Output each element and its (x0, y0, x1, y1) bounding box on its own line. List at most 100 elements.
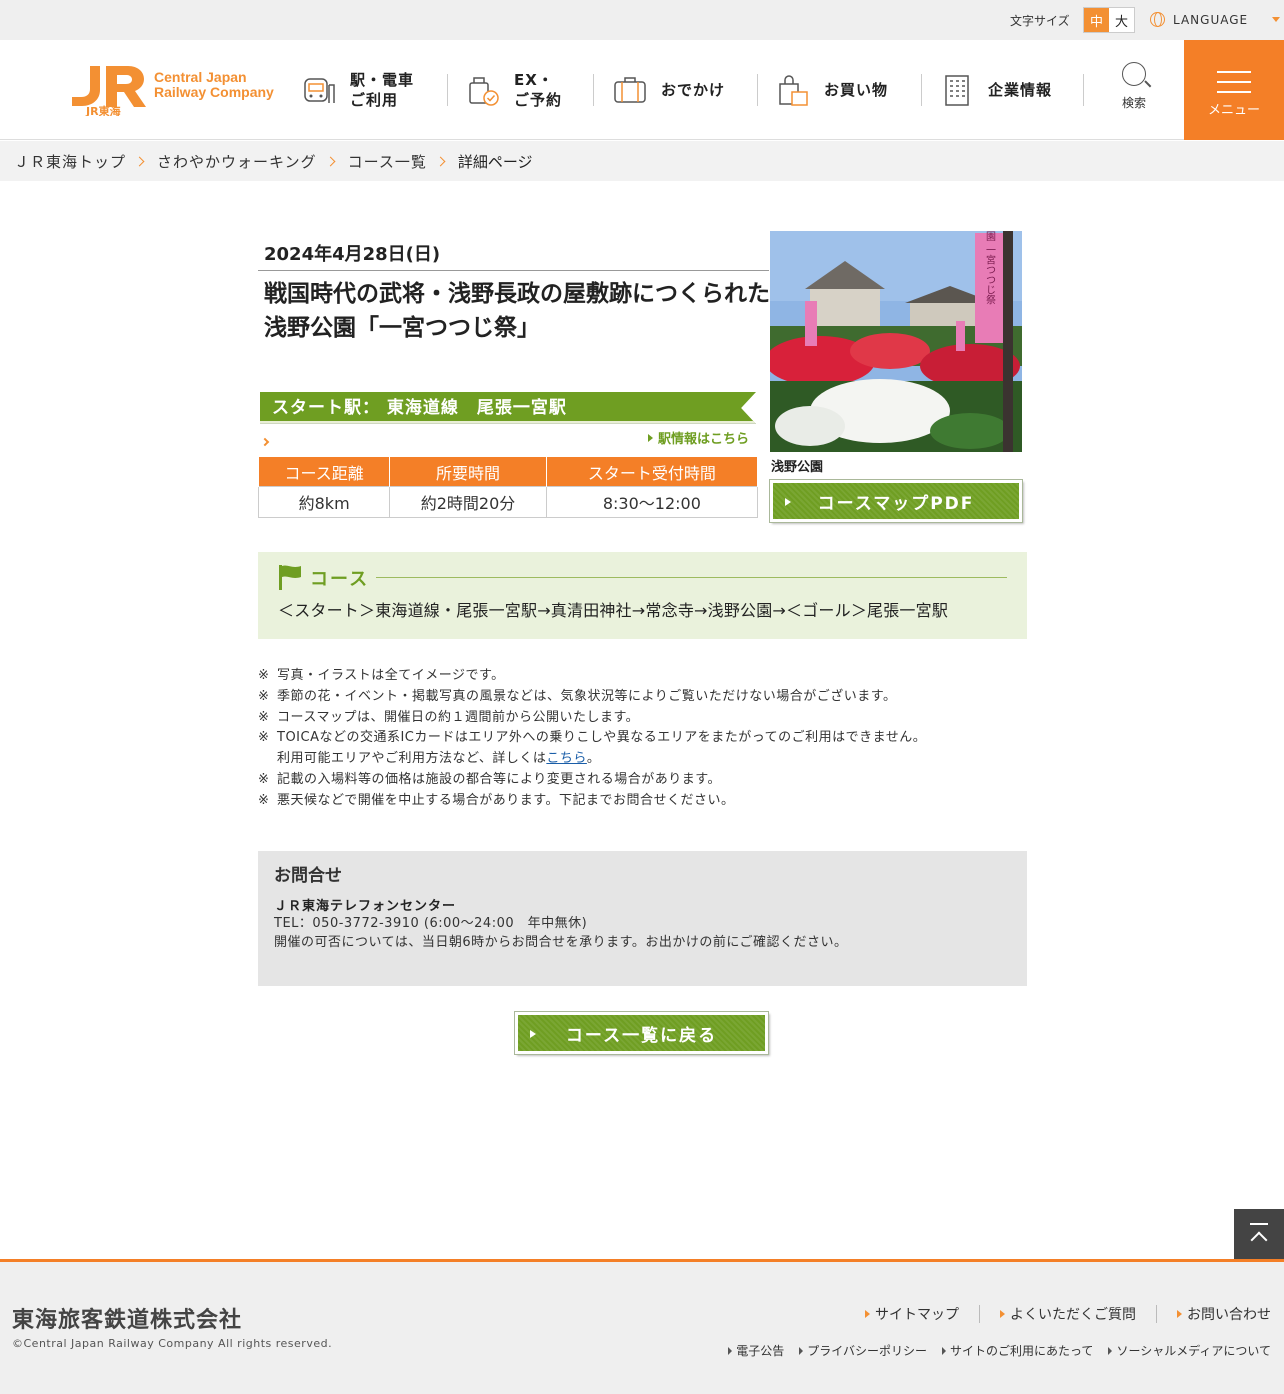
divider (979, 1305, 980, 1323)
page-title: 戦国時代の武将・浅野長政の屋敷跡につくられた 浅野公園「一宮つつじ祭」 (264, 281, 770, 341)
nav-label: EX・ ご予約 (514, 71, 563, 109)
event-photo: 浅野公園 一宮つつじ祭 (770, 231, 1022, 452)
nav-ex-reservation[interactable]: EX・ ご予約 (466, 40, 562, 140)
nav-shopping[interactable]: お買い物 (776, 40, 888, 140)
banner-text: 浅野公園 一宮つつじ祭 (984, 231, 996, 305)
footer-link-public-notice[interactable]: 電子公告 (728, 1342, 784, 1359)
chevron-right-icon (260, 437, 270, 447)
chevron-right-icon (435, 156, 446, 166)
divider (260, 423, 756, 424)
train-icon (304, 78, 335, 103)
font-size-medium-button[interactable]: 中 (1084, 8, 1109, 32)
ic-card-info-link[interactable]: こちら (546, 751, 587, 766)
language-label: LANGUAGE (1173, 12, 1249, 27)
note-text: 写真・イラストは全てイメージです。 (277, 668, 505, 683)
nav-odekake[interactable]: おでかけ (613, 40, 725, 140)
note-mark: ※ (258, 688, 270, 704)
table-cell-duration: 約2時間20分 (389, 486, 547, 518)
font-size-label: 文字サイズ (1010, 14, 1070, 28)
nav-divider (757, 74, 758, 106)
hamburger-icon (1217, 71, 1251, 101)
table-header: スタート受付時間 (545, 456, 759, 487)
table-row: 約8km 約2時間20分 8:30～12:00 (257, 486, 759, 518)
nav-label: 駅・電車 ご利用 (350, 71, 415, 109)
search-icon (1122, 62, 1146, 86)
breadcrumb: ＪＲ東海トップ さわやかウォーキング コース一覧 詳細ページ (0, 141, 1284, 181)
nav-corporate[interactable]: 企業情報 (940, 40, 1052, 140)
breadcrumb-link-top[interactable]: ＪＲ東海トップ (14, 151, 126, 172)
chevron-right-icon (325, 156, 336, 166)
logo-en-text: Central Japan Railway Company (154, 70, 274, 100)
course-heading: コース (310, 569, 370, 590)
contact-org: ＪＲ東海テレフォンセンター (274, 899, 457, 914)
utility-bar: 文字サイズ 中 大 LANGUAGE (0, 0, 1284, 40)
note-item: ※ 悪天候などで開催を中止する場合があります。下記までお問合せください。 (258, 791, 1018, 812)
back-to-top-button[interactable] (1234, 1209, 1284, 1259)
course-route: ＜スタート＞東海道線・尾張一宮駅→真清田神社→常念寺→浅野公園→＜ゴール＞尾張一… (278, 601, 949, 620)
menu-label: メニュー (1207, 103, 1260, 118)
breadcrumb-current: 詳細ページ (457, 152, 533, 171)
back-to-course-list-button[interactable]: コース一覧に戻る (514, 1011, 769, 1055)
contact-tel: TEL：050-3772-3910 (6:00～24:00 年中無休) (274, 916, 588, 931)
flag-icon (279, 565, 301, 590)
table-header: コース距離 (257, 456, 391, 487)
course-map-pdf-button[interactable]: コースマップPDF (769, 479, 1023, 523)
note-mark: ※ (258, 771, 270, 787)
note-text: 利用可能エリアやご利用方法など、詳しくは (277, 751, 547, 767)
divider (376, 577, 1007, 578)
footer-link-privacy[interactable]: プライバシーポリシー (799, 1342, 927, 1359)
footer-copyright: ©Central Japan Railway Company All right… (12, 1337, 333, 1350)
note-mark: ※ (258, 668, 270, 683)
nav-divider (447, 74, 448, 106)
divider (258, 270, 769, 271)
jr-central-logo[interactable]: JR東海 Central Japan Railway Company (70, 64, 275, 118)
azalea-park-image: 浅野公園 一宮つつじ祭 (770, 231, 1022, 452)
note-mark: ※ (258, 709, 270, 725)
breadcrumb-link-walking[interactable]: さわやかウォーキング (157, 151, 317, 172)
search-button[interactable]: 検索 (1113, 62, 1155, 111)
footer-link-site-use[interactable]: サイトのご利用にあたって (942, 1342, 1093, 1359)
table-header-row: コース距離 所要時間 スタート受付時間 (257, 456, 759, 487)
building-icon (945, 75, 969, 106)
site-header: JR東海 Central Japan Railway Company 駅・電車 … (0, 40, 1284, 140)
course-info-table: コース距離 所要時間 スタート受付時間 約8km 約2時間20分 8:30～12… (257, 456, 759, 518)
station-info-link[interactable]: 駅情報はこちら (648, 428, 749, 447)
font-size-toggle: 中 大 (1083, 7, 1135, 33)
nav-divider (593, 74, 594, 106)
site-footer: 東海旅客鉄道株式会社 ©Central Japan Railway Compan… (0, 1259, 1284, 1394)
footer-link-sitemap[interactable]: サイトマップ (865, 1304, 959, 1324)
note-item: ※ 季節の花・イベント・掲載写真の風景などは、気象状況等によりご覧いただけない場合… (258, 687, 1018, 708)
course-route-box: コース ＜スタート＞東海道線・尾張一宮駅→真清田神社→常念寺→浅野公園→＜ゴール… (258, 552, 1027, 639)
nav-station-train[interactable]: 駅・電車 ご利用 (302, 40, 414, 140)
language-selector[interactable]: LANGUAGE (1150, 12, 1281, 27)
nav-label: おでかけ (661, 81, 726, 99)
contact-desc: 開催の可否については、当日朝6時からお問合せを承ります。お出かけの前にご確認くだ… (274, 935, 848, 950)
jr-logo-mark-icon: JR東海 (72, 66, 146, 118)
footer-link-social-media[interactable]: ソーシャルメディアについて (1108, 1342, 1271, 1359)
breadcrumb-link-course-list[interactable]: コース一覧 (348, 151, 427, 172)
notes-list: ※ 写真・イラストは全てイメージです。 ※ 季節の花・イベント・掲載写真の風景などは… (258, 666, 1018, 812)
logo-en-line1: Central Japan (154, 69, 247, 85)
note-text: コースマップは、開催日の約１週間前から公開いたします。 (277, 709, 640, 725)
note-subline: 利用可能エリアやご利用方法など、詳しくはこちら。 (258, 749, 1018, 770)
divider (1156, 1305, 1157, 1323)
note-item: ※ 写真・イラストは全てイメージです。 (258, 666, 1018, 687)
footer-link-contact[interactable]: お問い合わせ (1177, 1304, 1271, 1324)
note-item: ※ TOICAなどの交通系ICカードはエリア外への乗りこしや異なるエリアをまたがっ… (258, 728, 1018, 749)
menu-button[interactable]: メニュー (1184, 40, 1284, 140)
footer-link-faq[interactable]: よくいただくご質問 (1000, 1304, 1136, 1324)
suitcase-icon (614, 77, 646, 103)
nav-label: お買い物 (824, 81, 889, 99)
logo-jp-text: JR東海 (85, 104, 121, 116)
contact-heading: お問合せ (274, 866, 342, 886)
note-item: ※ 記載の入場料等の価格は施設の都合等により変更される場合があります。 (258, 770, 1018, 791)
note-item: ※ コースマップは、開催日の約１週間前から公開いたします。 (258, 708, 1018, 729)
font-size-large-button[interactable]: 大 (1109, 8, 1134, 32)
back-to-course-list-label: コース一覧に戻る (565, 1025, 718, 1046)
note-text: 悪天候などで開催を中止する場合があります。下記までお問合せください。 (277, 792, 735, 808)
search-label: 検索 (1121, 96, 1146, 110)
start-station-banner: スタート駅： 東海道線 尾張一宮駅 (260, 392, 756, 424)
note-text: 季節の花・イベント・掲載写真の風景などは、気象状況等によりご覧いただけない場合が… (277, 688, 897, 704)
caret-down-icon (1272, 17, 1281, 22)
note-mark: ※ (258, 730, 270, 746)
